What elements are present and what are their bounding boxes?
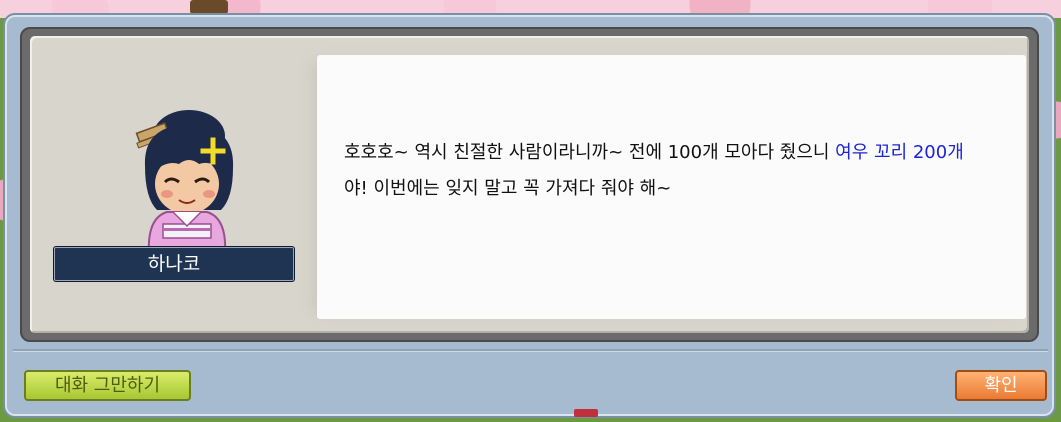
npc-dialog-window: 하나코 호호호~ 역시 친절한 사람이라니까~ 전에 100개 모아다 줬으니 … <box>3 13 1056 418</box>
quest-item-highlight: 여우 꼬리 200개 <box>835 142 964 163</box>
window-bottom-ornament <box>574 409 598 417</box>
npc-portrait <box>135 110 234 254</box>
end-chat-button[interactable]: 대화 그만하기 <box>24 370 191 401</box>
dialog-content-panel: 하나코 호호호~ 역시 친절한 사람이라니까~ 전에 100개 모아다 줬으니 … <box>30 36 1029 333</box>
tree-trunk <box>190 0 228 14</box>
dialog-text-segment: 야! 이번에는 잊지 말고 꼭 가져다 줘야 해~ <box>344 178 672 199</box>
dialog-text-segment: 호호호~ 역시 친절한 사람이라니까~ 전에 100개 모아다 줬으니 <box>344 142 836 163</box>
dialog-message: 호호호~ 역시 친절한 사람이라니까~ 전에 100개 모아다 줬으니 여우 꼬… <box>344 135 984 207</box>
npc-name-plate: 하나코 <box>54 247 294 281</box>
dialog-text-box: 호호호~ 역시 친절한 사람이라니까~ 전에 100개 모아다 줬으니 여우 꼬… <box>317 55 1026 319</box>
confirm-button[interactable]: 확인 <box>955 370 1047 401</box>
divider-highlight <box>13 351 1048 352</box>
dialog-inner-frame: 하나코 호호호~ 역시 친절한 사람이라니까~ 전에 100개 모아다 줬으니 … <box>20 27 1039 342</box>
